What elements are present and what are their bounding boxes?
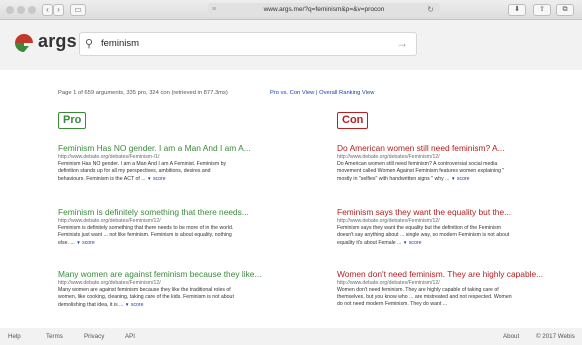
result-url: http://www.debate.org/debates/Feminism/1…: [58, 280, 161, 286]
expand-triangle-icon[interactable]: ▼: [451, 176, 455, 181]
result-snippet-line: definition stands up for all my perspect…: [58, 168, 211, 174]
footer-help-link[interactable]: Help: [8, 333, 21, 340]
sidebar-toggle-icon[interactable]: ▭: [70, 4, 86, 16]
result-url: http://www.debate.org/debates/Feminism/1…: [337, 280, 440, 286]
result-snippet-last: mostly in "selfies" with handwritten sig…: [337, 175, 573, 183]
view-toggle-links[interactable]: Pro vs. Con View | Overall Ranking View: [270, 90, 374, 96]
score-link[interactable]: score: [409, 240, 422, 246]
result-url: http://www.debate.org/debates/Feminism-/…: [58, 154, 160, 160]
result-title-link[interactable]: Women don't need feminism. They are high…: [337, 269, 573, 280]
footer-about-link[interactable]: About: [503, 333, 519, 340]
browser-toolbar: ‹ › ▭ ≡ www.args.me/?q=feminism&p=&v=pro…: [0, 0, 582, 20]
result-snippet-line: doesn't say anything about ... single wa…: [337, 232, 510, 238]
downloads-icon[interactable]: ⬇: [508, 4, 526, 16]
result-snippet-line: Feminists just want ... not like feminis…: [58, 232, 232, 238]
close-window-button[interactable]: [6, 6, 14, 14]
result-snippet-line: Many women are against feminism because …: [58, 287, 231, 293]
result-snippet-line: Women don't need feminism. They are high…: [337, 287, 499, 293]
result-title-link[interactable]: Do American women still need feminism? A…: [337, 143, 573, 154]
con-column-header: Con: [337, 112, 369, 129]
result-snippet-line: Do American women still need feminism? A…: [337, 161, 498, 167]
con-result-item: Women don't need feminism. They are high…: [337, 269, 573, 308]
search-submit-arrow-icon[interactable]: →: [396, 36, 408, 50]
back-button[interactable]: ‹: [42, 4, 53, 16]
reload-icon[interactable]: ↻: [427, 3, 434, 17]
score-link[interactable]: score: [457, 176, 470, 182]
result-snippet-last: behaviours. Feminism is the ACT of ... ▼…: [58, 175, 276, 183]
result-title-link[interactable]: Feminism is definitely something that th…: [58, 207, 276, 218]
zoom-window-button[interactable]: [28, 6, 36, 14]
result-snippet-line: Feminism says they want the equality but…: [337, 225, 502, 231]
score-link[interactable]: score: [82, 240, 95, 246]
expand-triangle-icon[interactable]: ▼: [147, 176, 151, 181]
footer-privacy-link[interactable]: Privacy: [84, 333, 104, 340]
result-snippet-line: else. ...: [58, 240, 75, 246]
result-title-link[interactable]: Many women are against feminism because …: [58, 269, 276, 280]
result-snippet-line: women, like cooking, cleaning, taking ca…: [58, 294, 234, 300]
pro-column-header: Pro: [58, 112, 87, 129]
result-url: http://www.debate.org/debates/Feminism/1…: [58, 218, 161, 224]
result-snippet-last: else. ... ▼ score: [58, 239, 276, 247]
result-snippet-line: equality it's about Female ...: [337, 240, 402, 246]
con-result-item: Do American women still need feminism? A…: [337, 143, 573, 183]
result-snippet-line: themselves, but you know who ... are mis…: [337, 294, 512, 300]
result-snippet-line: mostly in "selfies" with handwritten sig…: [337, 176, 450, 182]
minimize-window-button[interactable]: [17, 6, 25, 14]
score-link[interactable]: score: [153, 176, 166, 182]
site-footer: Help Terms Privacy API About © 2017 Webi…: [0, 328, 582, 345]
pro-result-item: Feminism is definitely something that th…: [58, 207, 276, 247]
forward-button[interactable]: ›: [53, 4, 64, 16]
result-snippet-line: Feminism Has NO gender. I am a Man And I…: [58, 161, 227, 167]
result-snippet-line: behaviours. Feminism is the ACT of ...: [58, 176, 146, 182]
result-snippet-last: demolishing that idea, it is ... ▼ score: [58, 301, 276, 309]
reader-view-icon[interactable]: ≡: [212, 3, 216, 17]
result-url: http://www.debate.org/debates/Feminism/1…: [337, 154, 440, 160]
result-snippet-line: demolishing that idea, it is ...: [58, 302, 124, 308]
args-logo-icon: [15, 34, 33, 52]
share-icon[interactable]: ⇧: [533, 4, 551, 16]
score-link[interactable]: score: [131, 302, 144, 308]
result-url: http://www.debate.org/debates/Feminism/1…: [337, 218, 440, 224]
result-snippet-line: do not need modern Feminism. They do wan…: [337, 301, 448, 307]
brand-name[interactable]: args: [38, 31, 77, 52]
pro-result-item: Many women are against feminism because …: [58, 269, 276, 309]
result-snippet-line: movement called Women Against Feminism f…: [337, 168, 505, 174]
result-stats: Page 1 of 659 arguments, 335 pro, 324 co…: [58, 90, 228, 96]
footer-api-link[interactable]: API: [125, 333, 135, 340]
result-title-link[interactable]: Feminism says they want the equality but…: [337, 207, 573, 218]
footer-copyright: © 2017 Webis: [536, 333, 575, 340]
search-box[interactable]: ⚲ feminism →: [79, 32, 417, 56]
search-icon: ⚲: [85, 38, 94, 50]
expand-triangle-icon[interactable]: ▼: [76, 240, 80, 245]
expand-triangle-icon[interactable]: ▼: [125, 302, 129, 307]
result-snippet-last: equality it's about Female ... ▼ score: [337, 239, 573, 247]
footer-terms-link[interactable]: Terms: [46, 333, 63, 340]
expand-triangle-icon[interactable]: ▼: [403, 240, 407, 245]
address-bar[interactable]: ≡ www.args.me/?q=feminism&p=&v=procon ↻: [208, 3, 440, 17]
search-input[interactable]: feminism: [101, 38, 139, 49]
pro-result-item: Feminism Has NO gender. I am a Man And I…: [58, 143, 276, 183]
result-title-link[interactable]: Feminism Has NO gender. I am a Man And I…: [58, 143, 276, 154]
tabs-overview-icon[interactable]: ⧉: [556, 4, 574, 16]
con-result-item: Feminism says they want the equality but…: [337, 207, 573, 247]
result-snippet-line: Feminism is definitely something that th…: [58, 225, 234, 231]
address-url: www.args.me/?q=feminism&p=&v=procon: [263, 6, 385, 13]
